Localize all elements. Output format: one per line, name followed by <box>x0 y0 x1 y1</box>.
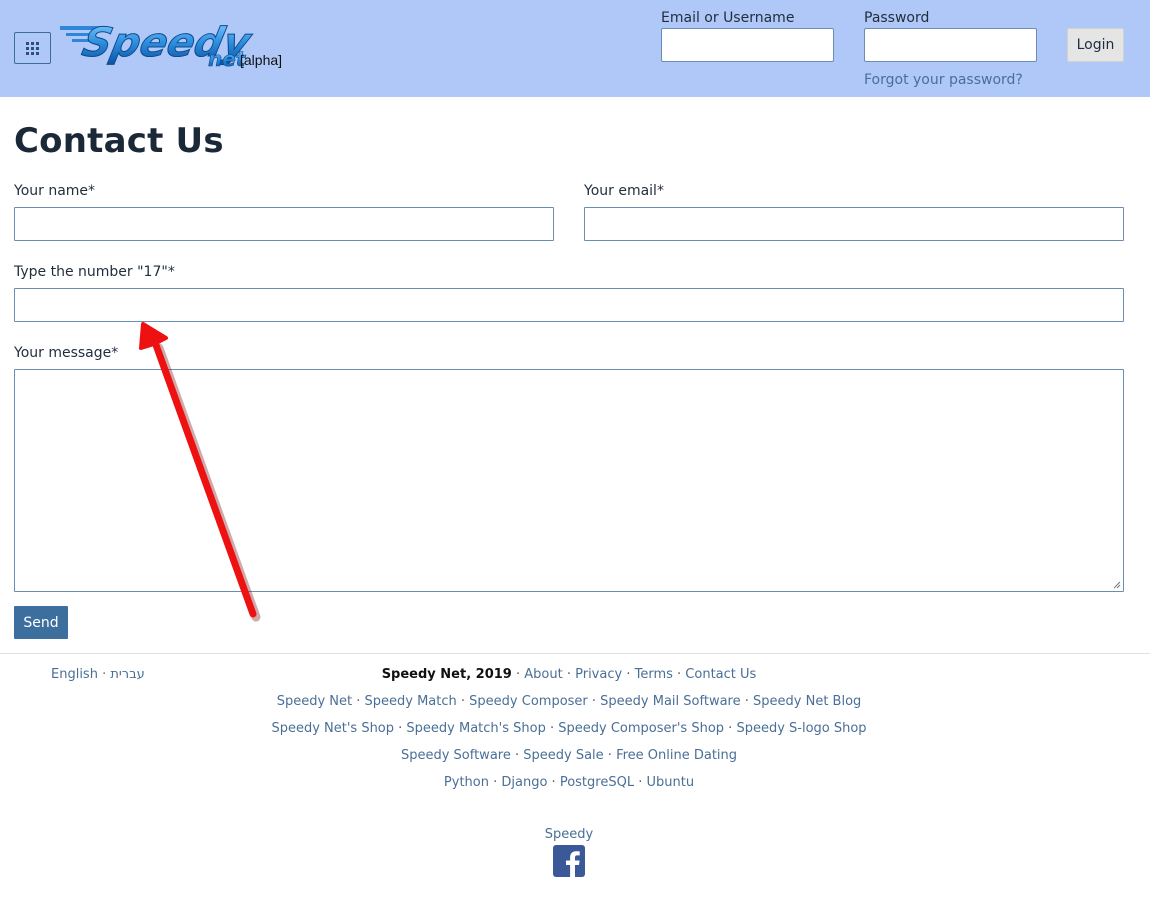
speedy-net-shop-link[interactable]: Speedy Net's Shop <box>271 721 394 736</box>
site-header: Speedy net [alpha] Email or Username Pas… <box>0 0 1150 97</box>
django-link[interactable]: Django <box>501 775 547 790</box>
speedy-s-logo-shop-link[interactable]: Speedy S-logo Shop <box>736 721 866 736</box>
speedy-net-blog-link[interactable]: Speedy Net Blog <box>753 694 861 709</box>
captcha-number-input[interactable] <box>14 288 1124 322</box>
speedy-net-link[interactable]: Speedy Net <box>277 694 352 709</box>
free-online-dating-link[interactable]: Free Online Dating <box>616 748 737 763</box>
footer-line-2: Speedy Net · Speedy Match · Speedy Compo… <box>276 694 862 709</box>
speedy-composer-shop-link[interactable]: Speedy Composer's Shop <box>558 721 724 736</box>
name-label: Your name* <box>14 183 96 199</box>
apps-menu-button[interactable] <box>14 32 51 64</box>
copyright-brand: Speedy Net, 2019 <box>381 667 512 682</box>
email-label: Email or Username <box>661 10 795 26</box>
about-link[interactable]: About <box>524 667 562 682</box>
speedy-match-shop-link[interactable]: Speedy Match's Shop <box>406 721 545 736</box>
email-input[interactable] <box>584 207 1124 241</box>
postgresql-link[interactable]: PostgreSQL <box>560 775 634 790</box>
alpha-badge: [alpha] <box>240 52 283 68</box>
terms-link[interactable]: Terms <box>635 667 673 682</box>
python-link[interactable]: Python <box>444 775 489 790</box>
page-title: Contact Us <box>14 121 224 161</box>
social-label: Speedy <box>544 827 594 842</box>
speedy-software-link[interactable]: Speedy Software <box>401 748 511 763</box>
footer-line-1: Speedy Net, 2019 · About · Privacy · Ter… <box>381 667 757 682</box>
password-label: Password <box>864 10 930 26</box>
forgot-password-link[interactable]: Forgot your password? <box>864 72 1023 88</box>
login-button[interactable]: Login <box>1067 28 1124 62</box>
name-input[interactable] <box>14 207 554 241</box>
password-input[interactable] <box>864 28 1037 62</box>
footer-divider <box>0 653 1150 654</box>
message-textarea[interactable] <box>14 369 1124 592</box>
resize-grip-icon[interactable] <box>1113 581 1121 589</box>
ubuntu-link[interactable]: Ubuntu <box>646 775 694 790</box>
footer-line-5: Python · Django · PostgreSQL · Ubuntu <box>443 775 695 790</box>
email-field-label: Your email* <box>584 183 664 199</box>
footer-line-3: Speedy Net's Shop · Speedy Match's Shop … <box>271 721 867 736</box>
send-button[interactable]: Send <box>14 606 68 639</box>
speedy-composer-link[interactable]: Speedy Composer <box>469 694 588 709</box>
contact-us-link[interactable]: Contact Us <box>685 667 756 682</box>
email-username-input[interactable] <box>661 28 834 62</box>
speedy-mail-software-link[interactable]: Speedy Mail Software <box>600 694 740 709</box>
captcha-label: Type the number "17"* <box>14 264 175 280</box>
speedy-sale-link[interactable]: Speedy Sale <box>523 748 603 763</box>
facebook-icon[interactable] <box>553 845 585 877</box>
speedy-match-link[interactable]: Speedy Match <box>365 694 457 709</box>
grid-icon <box>26 41 39 55</box>
footer-line-4: Speedy Software · Speedy Sale · Free Onl… <box>400 748 738 763</box>
privacy-link[interactable]: Privacy <box>575 667 622 682</box>
message-label: Your message* <box>14 345 119 361</box>
